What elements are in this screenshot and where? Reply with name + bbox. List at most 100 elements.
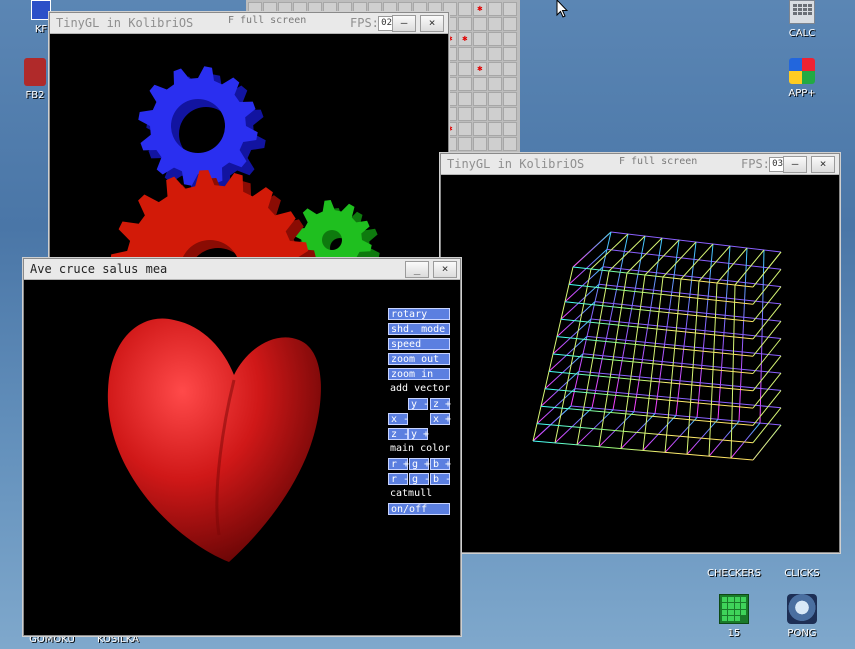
mine-cell[interactable] xyxy=(488,62,502,76)
mine-cell[interactable] xyxy=(458,2,472,16)
desktop-icon-checkers[interactable]: CHECKERS xyxy=(704,550,764,579)
mine-cell[interactable] xyxy=(458,137,472,151)
close-button[interactable]: × xyxy=(420,15,444,32)
mine-cell[interactable]: ✱ xyxy=(473,2,487,16)
mine-cell[interactable] xyxy=(488,137,502,151)
cube-grid-line xyxy=(548,370,754,392)
mine-cell[interactable] xyxy=(503,122,517,136)
minimize-button[interactable]: _ xyxy=(405,261,429,278)
mine-cell[interactable] xyxy=(488,92,502,106)
cube-grid-line xyxy=(752,286,782,322)
mine-cell[interactable] xyxy=(488,77,502,91)
mine-cell[interactable] xyxy=(458,62,472,76)
gears-scene xyxy=(110,66,380,269)
mine-cell[interactable] xyxy=(488,2,502,16)
z-minus-button[interactable]: z - xyxy=(388,428,409,440)
rotary-button[interactable]: rotary xyxy=(388,308,450,320)
mine-cell[interactable] xyxy=(503,47,517,61)
close-button[interactable]: × xyxy=(433,261,457,278)
mine-cell[interactable] xyxy=(458,77,472,91)
mine-cell[interactable] xyxy=(473,77,487,91)
cube-grid-line xyxy=(696,243,714,418)
pong-icon xyxy=(787,594,817,624)
mine-cell[interactable] xyxy=(503,137,517,151)
mine-cell[interactable] xyxy=(458,92,472,106)
cube-grid-line xyxy=(680,243,714,280)
add-vector-label: add vector xyxy=(390,383,451,394)
r-minus-button[interactable]: r - xyxy=(388,473,409,485)
minimize-button[interactable]: — xyxy=(783,156,807,173)
cube-grid-line xyxy=(752,390,782,426)
heart-window: Ave cruce salus mea _ × rotary shd. mode… xyxy=(23,258,461,636)
z-plus-button[interactable]: z + xyxy=(430,398,451,410)
mine-cell[interactable] xyxy=(458,17,472,31)
mine-cell[interactable] xyxy=(473,17,487,31)
mine-cell[interactable] xyxy=(503,62,517,76)
mine-cell[interactable] xyxy=(503,2,517,16)
mine-cell[interactable] xyxy=(503,17,517,31)
cube-window: TinyGL in KolibriOS F full screen FPS: 0… xyxy=(440,153,840,553)
gears-window-title: TinyGL in KolibriOS xyxy=(56,16,194,30)
gear-face xyxy=(110,170,309,269)
mine-cell[interactable] xyxy=(488,32,502,46)
cube-window-titlebar[interactable]: TinyGL in KolibriOS F full screen FPS: 0… xyxy=(441,154,839,175)
zoom-in-button[interactable]: zoom in xyxy=(388,368,450,380)
close-button[interactable]: × xyxy=(811,156,835,173)
desktop-icon-calc[interactable]: CALC xyxy=(772,0,832,39)
desktop-icon-15[interactable]: 15 xyxy=(704,594,764,639)
desktop-icon-pong[interactable]: PONG xyxy=(772,594,832,639)
fifteen-puzzle-icon xyxy=(719,594,749,624)
mine-cell[interactable] xyxy=(458,107,472,121)
fullscreen-hint: F full screen xyxy=(619,156,698,167)
desktop-icon-app-plus[interactable]: APP+ xyxy=(772,58,832,99)
heart-window-titlebar[interactable]: Ave cruce salus mea _ × xyxy=(24,259,460,280)
desktop-icon-clicks[interactable]: CLICKS xyxy=(772,550,832,579)
heart-shape xyxy=(107,318,321,562)
mine-cell[interactable] xyxy=(458,122,472,136)
speed-button[interactable]: speed xyxy=(388,338,450,350)
mine-cell[interactable] xyxy=(503,77,517,91)
cube-grid-line xyxy=(572,231,612,268)
mine-cell[interactable] xyxy=(473,32,487,46)
heart-window-title: Ave cruce salus mea xyxy=(30,262,168,276)
x-minus-button[interactable]: x - xyxy=(388,413,409,425)
mine-cell[interactable]: ✱ xyxy=(458,32,472,46)
cube-grid-line xyxy=(544,388,754,409)
mine-cell[interactable] xyxy=(503,92,517,106)
mine-cell[interactable] xyxy=(488,47,502,61)
mine-cell[interactable] xyxy=(503,32,517,46)
mine-cell[interactable] xyxy=(488,122,502,136)
mine-cell[interactable] xyxy=(473,92,487,106)
catmull-label: catmull xyxy=(390,488,433,499)
mine-cell[interactable] xyxy=(488,17,502,31)
x-plus-button[interactable]: x + xyxy=(430,413,451,425)
mine-cell[interactable]: ✱ xyxy=(473,62,487,76)
mine-cell[interactable] xyxy=(503,107,517,121)
cube-window-title: TinyGL in KolibriOS xyxy=(447,157,585,171)
catmull-onoff-button[interactable]: on/off xyxy=(388,503,450,515)
shd-mode-button[interactable]: shd. mode xyxy=(388,323,450,335)
g-minus-button[interactable]: g - xyxy=(409,473,430,485)
desktop-icon-label: 15 xyxy=(727,628,741,639)
cube-grid-line xyxy=(552,353,754,374)
red-gear xyxy=(110,170,317,269)
mine-cell[interactable] xyxy=(473,47,487,61)
mine-cell[interactable] xyxy=(473,137,487,151)
b-plus-button[interactable]: b + xyxy=(430,458,451,470)
desktop-icon-label: CHECKERS xyxy=(707,568,761,579)
zoom-out-button[interactable]: zoom out xyxy=(388,353,450,365)
mine-cell[interactable] xyxy=(473,122,487,136)
gears-window-titlebar[interactable]: TinyGL in KolibriOS F full screen FPS: 0… xyxy=(50,13,448,34)
b-minus-button[interactable]: b - xyxy=(430,473,451,485)
mine-cell[interactable] xyxy=(488,107,502,121)
mine-cell[interactable] xyxy=(458,47,472,61)
main-color-label: main color xyxy=(390,443,451,454)
mine-cell[interactable] xyxy=(473,107,487,121)
y-plus-button[interactable]: y + xyxy=(408,428,429,440)
g-plus-button[interactable]: g + xyxy=(409,458,430,470)
y-minus-button[interactable]: y - xyxy=(408,398,429,410)
minimize-button[interactable]: — xyxy=(392,15,416,32)
fps-label: FPS: xyxy=(741,157,770,171)
cube-grid-line xyxy=(752,407,782,444)
r-plus-button[interactable]: r + xyxy=(388,458,409,470)
